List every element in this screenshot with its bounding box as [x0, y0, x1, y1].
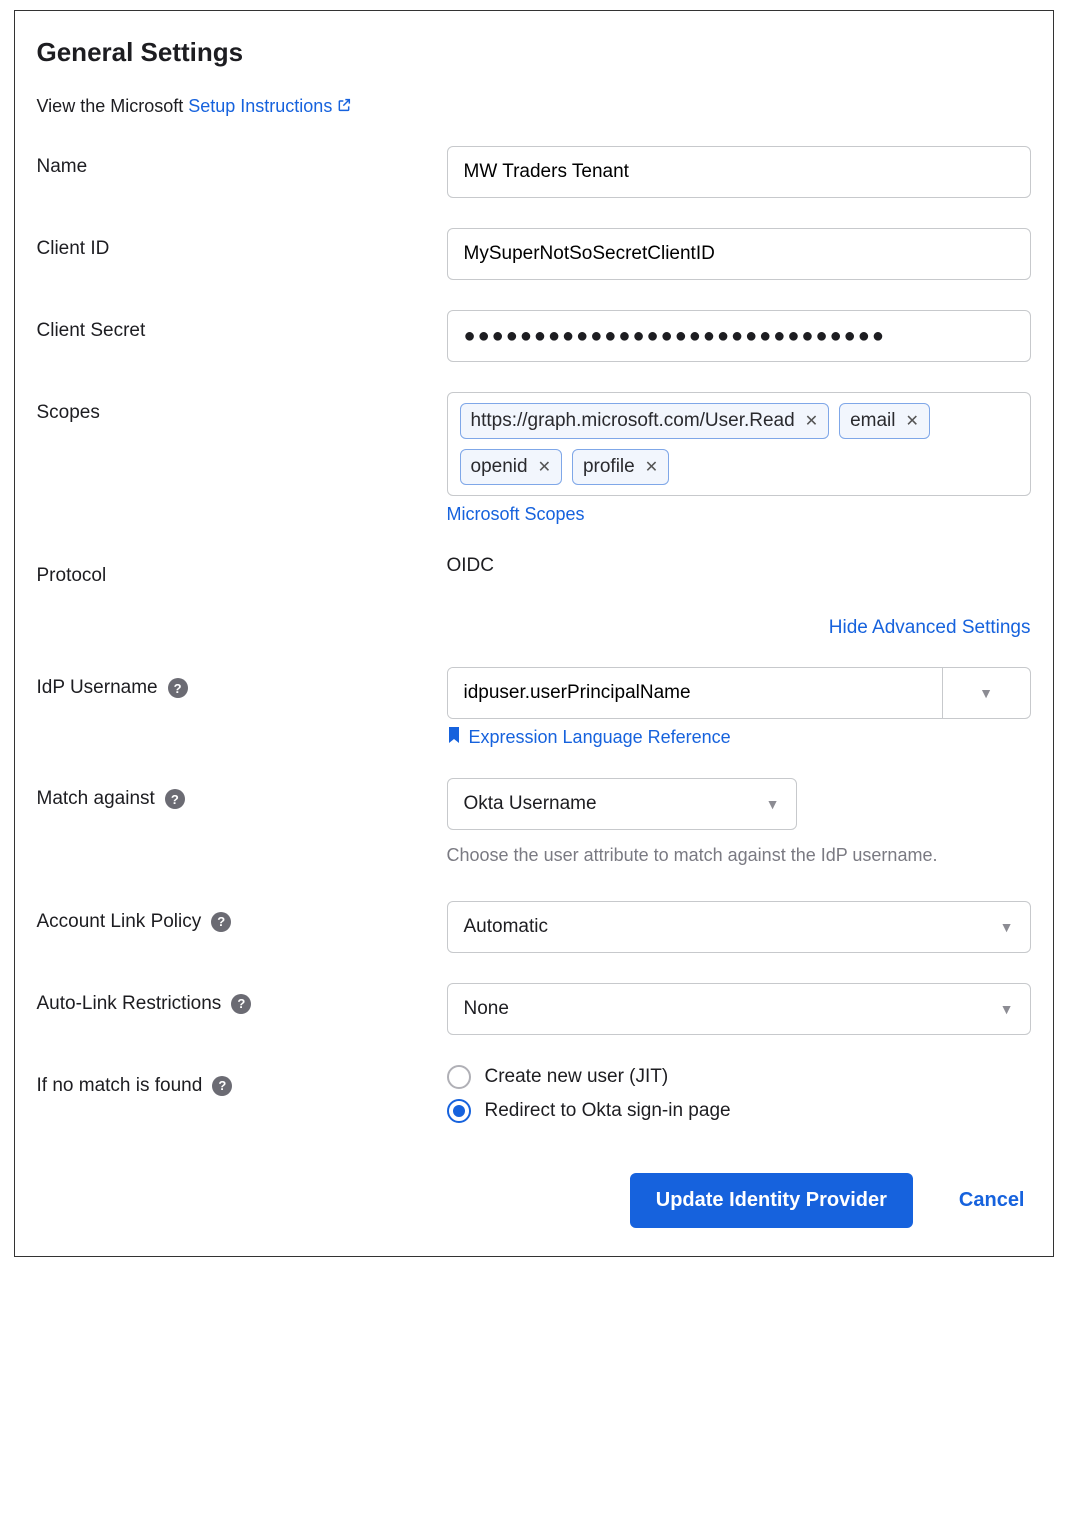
cancel-button[interactable]: Cancel	[953, 1188, 1031, 1213]
match-against-label: Match against	[37, 788, 155, 810]
bookmark-icon	[447, 727, 461, 747]
setup-instructions-line: View the Microsoft Setup Instructions	[37, 96, 1031, 118]
scope-tag[interactable]: openid✕	[460, 449, 562, 485]
chevron-down-icon: ▼	[1000, 1001, 1014, 1017]
name-label: Name	[37, 146, 447, 178]
chevron-down-icon: ▼	[1000, 919, 1014, 935]
general-settings-panel: General Settings View the Microsoft Setu…	[14, 10, 1054, 1257]
client-id-label: Client ID	[37, 228, 447, 260]
idp-username-input[interactable]	[448, 668, 942, 718]
scope-tag[interactable]: email✕	[839, 403, 930, 439]
account-link-value: Automatic	[464, 916, 548, 938]
remove-tag-icon[interactable]: ✕	[805, 411, 818, 431]
help-icon[interactable]: ?	[165, 789, 185, 809]
expression-language-link[interactable]: Expression Language Reference	[469, 727, 731, 747]
idp-username-combobox[interactable]: ▼	[447, 667, 1031, 719]
match-against-select[interactable]: Okta Username ▼	[447, 778, 797, 830]
name-input[interactable]	[447, 146, 1031, 198]
client-secret-input[interactable]: ●●●●●●●●●●●●●●●●●●●●●●●●●●●●●●	[447, 310, 1031, 362]
scopes-label: Scopes	[37, 392, 447, 424]
remove-tag-icon[interactable]: ✕	[906, 411, 919, 431]
protocol-value: OIDC	[447, 555, 1031, 577]
remove-tag-icon[interactable]: ✕	[538, 457, 551, 477]
scope-tag[interactable]: profile✕	[572, 449, 669, 485]
idp-username-label: IdP Username	[37, 677, 158, 699]
account-link-label: Account Link Policy	[37, 911, 202, 933]
hide-advanced-link[interactable]: Hide Advanced Settings	[829, 617, 1031, 638]
update-button[interactable]: Update Identity Provider	[630, 1173, 913, 1228]
page-title: General Settings	[37, 37, 1031, 68]
auto-link-value: None	[464, 998, 509, 1020]
auto-link-select[interactable]: None ▼	[447, 983, 1031, 1035]
no-match-label: If no match is found	[37, 1075, 203, 1097]
radio-jit[interactable]	[447, 1065, 471, 1089]
help-icon[interactable]: ?	[168, 678, 188, 698]
chevron-down-icon: ▼	[766, 796, 780, 812]
scopes-input[interactable]: https://graph.microsoft.com/User.Read✕ e…	[447, 392, 1031, 496]
account-link-select[interactable]: Automatic ▼	[447, 901, 1031, 953]
radio-jit-label: Create new user (JIT)	[485, 1066, 669, 1088]
chevron-down-icon: ▼	[979, 685, 993, 701]
protocol-label: Protocol	[37, 555, 447, 587]
help-icon[interactable]: ?	[212, 1076, 232, 1096]
help-icon[interactable]: ?	[211, 912, 231, 932]
microsoft-scopes-link[interactable]: Microsoft Scopes	[447, 504, 585, 524]
radio-redirect-label: Redirect to Okta sign-in page	[485, 1100, 731, 1122]
intro-prefix: View the Microsoft	[37, 96, 189, 116]
dropdown-toggle[interactable]: ▼	[942, 668, 1030, 718]
scope-tag[interactable]: https://graph.microsoft.com/User.Read✕	[460, 403, 830, 439]
match-against-hint: Choose the user attribute to match again…	[447, 840, 1031, 871]
client-secret-label: Client Secret	[37, 310, 447, 342]
auto-link-label: Auto-Link Restrictions	[37, 993, 222, 1015]
radio-redirect[interactable]	[447, 1099, 471, 1123]
setup-instructions-link[interactable]: Setup Instructions	[188, 96, 352, 116]
client-id-input[interactable]	[447, 228, 1031, 280]
external-link-icon	[336, 97, 352, 118]
match-against-value: Okta Username	[464, 793, 597, 815]
help-icon[interactable]: ?	[231, 994, 251, 1014]
remove-tag-icon[interactable]: ✕	[645, 457, 658, 477]
